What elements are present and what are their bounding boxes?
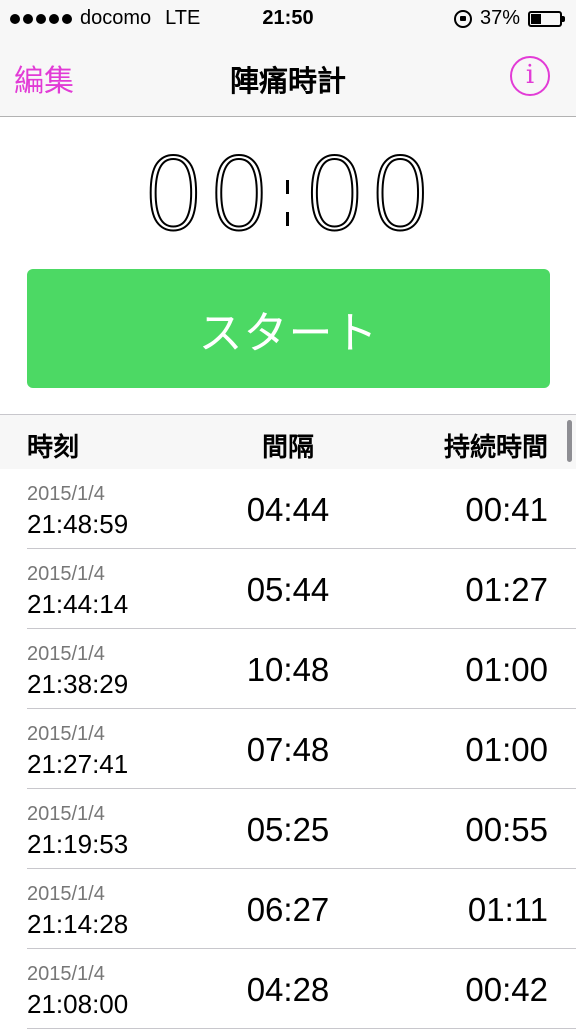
row-duration: 01:00 xyxy=(465,651,548,688)
row-time: 21:38:29 xyxy=(27,669,129,699)
table-row[interactable]: 2015/1/4 21:08:00 04:28 00:42 xyxy=(27,949,576,1029)
header-duration: 持続時間 xyxy=(443,432,548,462)
row-interval: 06:27 xyxy=(246,891,330,928)
row-date: 2015/1/4 xyxy=(27,643,105,665)
row-date: 2015/1/4 xyxy=(27,883,105,905)
orientation-lock-icon xyxy=(453,9,472,28)
row-interval: 05:25 xyxy=(246,811,330,848)
navigation-bar: 編集 陣痛時計 i xyxy=(0,38,576,117)
row-date: 2015/1/4 xyxy=(27,803,105,825)
timer-display: 00 00 xyxy=(0,140,576,250)
status-right: 37% xyxy=(453,7,565,30)
row-duration: 00:41 xyxy=(465,491,548,528)
table-row[interactable]: 2015/1/4 21:48:59 04:44 00:41 xyxy=(27,469,576,549)
info-icon[interactable]: i xyxy=(510,56,550,96)
row-date: 2015/1/4 xyxy=(27,723,105,745)
row-duration: 01:00 xyxy=(465,731,548,768)
row-date: 2015/1/4 xyxy=(27,563,105,585)
row-time: 21:19:53 xyxy=(27,829,129,859)
status-bar: docomo LTE 21:50 37% xyxy=(0,0,576,38)
row-interval: 04:44 xyxy=(246,491,330,528)
header-time: 時刻 xyxy=(27,432,80,462)
row-time: 21:27:41 xyxy=(27,749,129,779)
row-interval: 05:44 xyxy=(246,571,330,608)
header-interval: 間隔 xyxy=(261,432,314,462)
row-duration: 01:27 xyxy=(465,571,548,608)
timer-minutes: 00 xyxy=(141,136,273,253)
history-list: 2015/1/4 21:48:59 04:44 00:41 2015/1/4 2… xyxy=(0,469,576,1029)
row-duration: 01:11 xyxy=(467,891,548,928)
table-row[interactable]: 2015/1/4 21:27:41 07:48 01:00 xyxy=(27,709,576,789)
row-interval: 04:28 xyxy=(246,971,330,1008)
row-interval: 10:48 xyxy=(246,651,330,688)
row-time: 21:48:59 xyxy=(27,509,129,539)
start-button[interactable]: スタート xyxy=(27,269,550,388)
table-row[interactable]: 2015/1/4 21:19:53 05:25 00:55 xyxy=(27,789,576,869)
row-time: 21:44:14 xyxy=(27,589,129,619)
row-duration: 00:55 xyxy=(465,811,548,848)
row-date: 2015/1/4 xyxy=(27,963,105,985)
row-time: 21:08:00 xyxy=(27,989,129,1019)
row-interval: 07:48 xyxy=(246,731,330,768)
battery-icon xyxy=(528,10,565,27)
row-date: 2015/1/4 xyxy=(27,483,105,505)
table-row[interactable]: 2015/1/4 21:14:28 06:27 01:11 xyxy=(27,869,576,949)
table-row[interactable]: 2015/1/4 21:38:29 10:48 01:00 xyxy=(27,629,576,709)
row-duration: 00:42 xyxy=(465,971,548,1008)
scrollbar[interactable] xyxy=(567,420,572,462)
battery-percent: 37% xyxy=(479,7,520,29)
timer-colon xyxy=(277,150,299,240)
row-time: 21:14:28 xyxy=(27,909,129,939)
table-header: 時刻 間隔 持続時間 xyxy=(0,415,576,469)
page-title: 陣痛時計 xyxy=(229,66,346,98)
timer-seconds: 00 xyxy=(302,136,435,253)
table-row[interactable]: 2015/1/4 21:44:14 05:44 01:27 xyxy=(27,549,576,629)
